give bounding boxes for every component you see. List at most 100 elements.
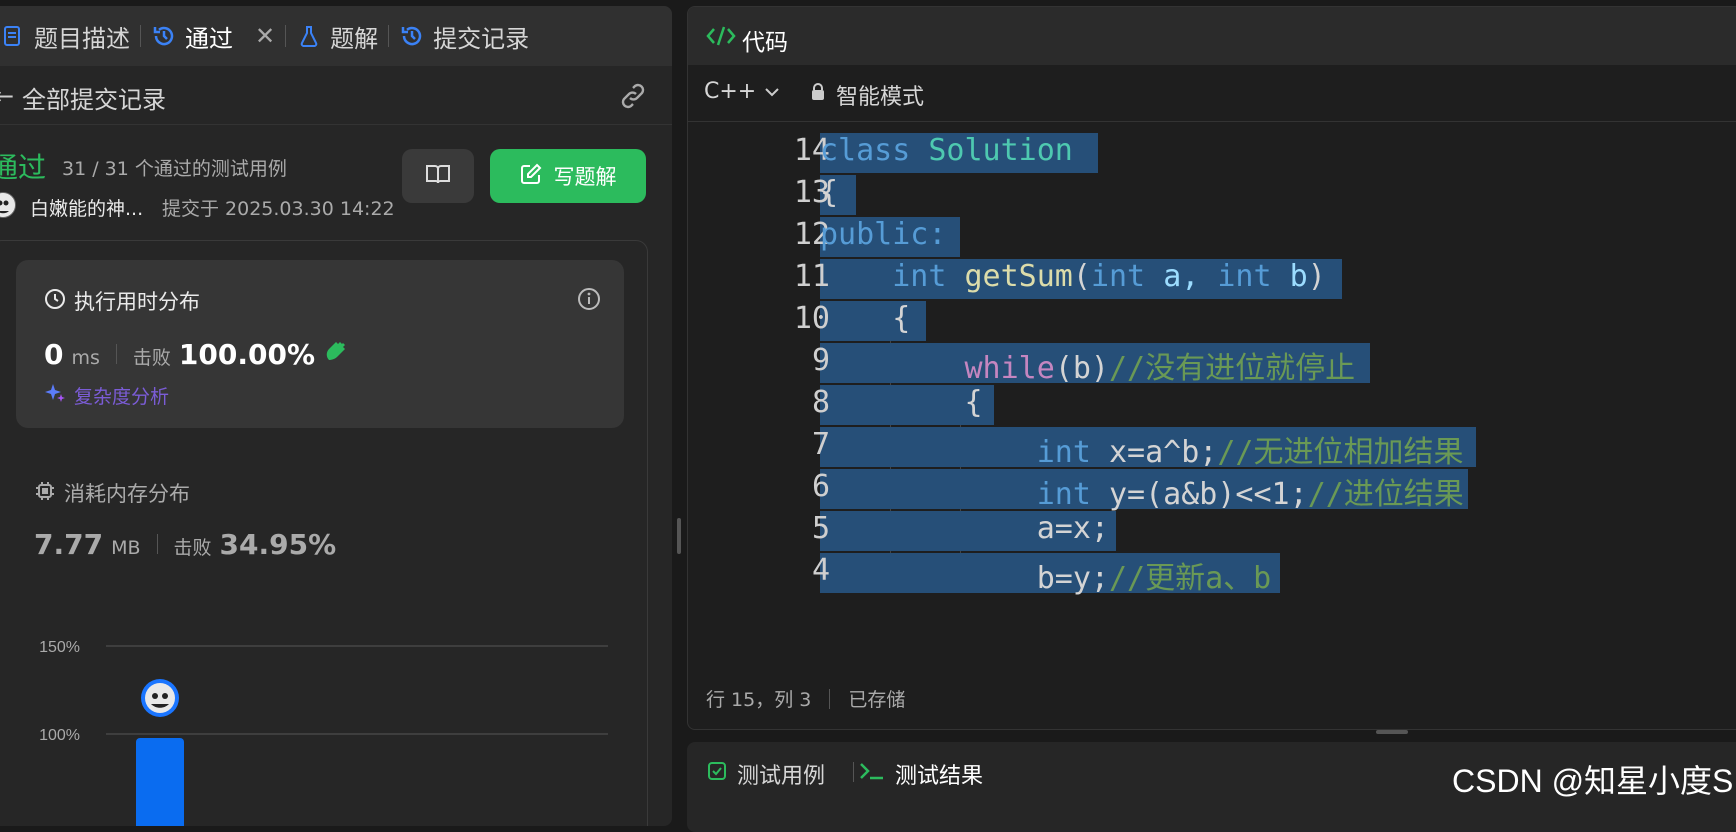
close-icon[interactable]: ✕ <box>255 22 275 50</box>
history-icon <box>399 23 425 49</box>
tab-testcase-label: 测试用例 <box>737 764 826 789</box>
book-icon <box>425 163 451 189</box>
runtime-unit: ms <box>71 347 100 369</box>
code-text: int y=(a&b)<<1;//进位结果 <box>1036 477 1464 512</box>
write-solution-button[interactable]: 写题解 <box>490 149 646 203</box>
memory-header[interactable]: 消耗内存分布 <box>34 478 190 508</box>
smart-mode-toggle[interactable]: 智能模式 <box>810 79 924 111</box>
tab-test-result[interactable]: 测试结果 <box>859 758 983 790</box>
vertical-resize-handle[interactable] <box>1376 730 1408 734</box>
code-text: { <box>892 301 911 336</box>
document-icon <box>0 23 26 49</box>
code-text: b=y;//更新a、b <box>1036 561 1272 596</box>
code-line: 14 class Solution <box>688 133 1736 173</box>
runtime-distribution-chart: 150% 100% <box>39 639 608 826</box>
code-line: 6 int y=(a&b)<<1;//进位结果 <box>688 469 1736 512</box>
editor-status-bar: 行 15，列 3 已存储 <box>706 685 905 712</box>
complexity-analysis-link[interactable]: 复杂度分析 <box>44 382 169 409</box>
line-number: 9 <box>811 343 830 378</box>
lock-icon <box>810 82 826 108</box>
line-number: 11 <box>793 259 830 294</box>
code-text: { <box>964 385 983 420</box>
line-number: 13 <box>793 175 830 210</box>
line-number: 4 <box>811 553 830 588</box>
tab-solutions[interactable]: 题解 <box>286 6 388 66</box>
metric-divider <box>115 344 117 364</box>
tab-solutions-label: 题解 <box>330 24 379 53</box>
runtime-title: 执行用时分布 <box>74 290 200 314</box>
line-number: 8 <box>811 385 830 420</box>
code-line: 12 public: <box>688 217 1736 257</box>
back-arrow-icon[interactable]: ← <box>0 82 14 110</box>
checkbox-icon <box>707 761 727 787</box>
all-submissions-title: 全部提交记录 <box>22 86 166 114</box>
code-line: 13 { <box>688 175 1736 215</box>
tab-submissions[interactable]: 提交记录 <box>389 6 539 66</box>
code-toolbar: C++ 智能模式 <box>688 65 1736 122</box>
submit-time: 提交于 2025.03.30 14:22 <box>162 198 395 220</box>
code-brackets-icon <box>706 25 736 47</box>
runtime-value: 0 <box>44 338 64 371</box>
tab-testcase[interactable]: 测试用例 <box>707 758 825 790</box>
save-status: 已存储 <box>848 689 906 711</box>
line-number: 7 <box>811 427 830 462</box>
sparkle-icon <box>44 382 66 409</box>
tab-accepted-label: 通过 <box>185 24 233 53</box>
runtime-metric: 0 ms 击败 100.00% <box>44 338 349 371</box>
view-solution-button[interactable] <box>402 149 474 203</box>
code-text: int getSum(int a, int b) <box>892 259 1326 294</box>
clap-icon <box>323 338 349 364</box>
chevron-down-icon <box>764 79 780 104</box>
code-line: 7 int x=a^b;//无进位相加结果 <box>688 427 1736 470</box>
language-select[interactable]: C++ <box>704 79 780 104</box>
tab-submissions-label: 提交记录 <box>433 24 530 53</box>
tick-label-150: 150% <box>39 639 80 656</box>
memory-unit: MB <box>111 537 141 559</box>
runtime-beat-percent: 100.00% <box>178 338 316 371</box>
code-title: 代码 <box>742 30 788 56</box>
code-line: 11 int getSum(int a, int b) <box>688 259 1736 299</box>
code-panel: 代码 C++ 智能模式 14 class Solution 13 {12 pu… <box>687 6 1736 730</box>
code-text: public: <box>820 217 947 252</box>
tab-accepted[interactable]: 通过 ✕ <box>141 6 285 66</box>
distribution-bar <box>136 738 184 826</box>
chip-icon <box>34 480 56 507</box>
username[interactable]: 白嫩能的神... <box>30 194 143 221</box>
memory-metric: 7.77 MB 击败 34.95% <box>34 528 336 561</box>
avatar <box>0 192 16 218</box>
line-number: 5 <box>811 511 830 546</box>
memory-beat-percent: 34.95% <box>219 528 337 561</box>
problem-tabs: 题目描述 通过 ✕ 题解 提交记录 <box>0 6 672 66</box>
watermark: CSDN @知星小度S <box>1452 763 1734 799</box>
line-number: 6 <box>811 469 830 504</box>
memory-title: 消耗内存分布 <box>64 482 190 506</box>
edit-icon <box>520 163 542 190</box>
tab-test-result-label: 测试结果 <box>895 764 984 789</box>
share-link-icon[interactable] <box>618 82 648 110</box>
code-line: 4 b=y;//更新a、b <box>688 553 1736 596</box>
code-text: a=x; <box>1036 511 1109 546</box>
code-line: 10 { <box>688 301 1736 341</box>
line-number: 12 <box>793 217 830 252</box>
clock-icon <box>44 288 66 315</box>
memory-beat-label: 击败 <box>173 537 212 559</box>
tests-passed: 31 / 31 个通过的测试用例 <box>62 158 287 180</box>
panel-resize-handle[interactable] <box>677 518 681 554</box>
submission-subheader: ← 全部提交记录 <box>0 66 672 125</box>
runtime-card[interactable]: 执行用时分布 0 ms 击败 100.00% 复杂度分析 <box>16 260 624 428</box>
code-line: 9 while(b)//没有进位就停止 <box>688 343 1736 386</box>
memory-value: 7.77 <box>34 528 104 561</box>
write-solution-label: 写题解 <box>553 165 617 189</box>
tab-description[interactable]: 题目描述 <box>0 6 140 66</box>
code-text: class Solution <box>820 133 1073 168</box>
history-icon <box>151 23 177 49</box>
status-accepted: 通过 <box>0 151 47 184</box>
code-text: int x=a^b;//无进位相加结果 <box>1036 435 1464 470</box>
metric-divider <box>156 534 158 554</box>
info-icon[interactable] <box>576 286 602 312</box>
code-line: 5 a=x; <box>688 511 1736 551</box>
code-editor[interactable]: 14 class Solution 13 { 12 public: 11 int… <box>688 133 1736 653</box>
flask-icon <box>296 23 322 49</box>
tick-label-100: 100% <box>39 727 80 744</box>
language-label: C++ <box>704 79 757 104</box>
